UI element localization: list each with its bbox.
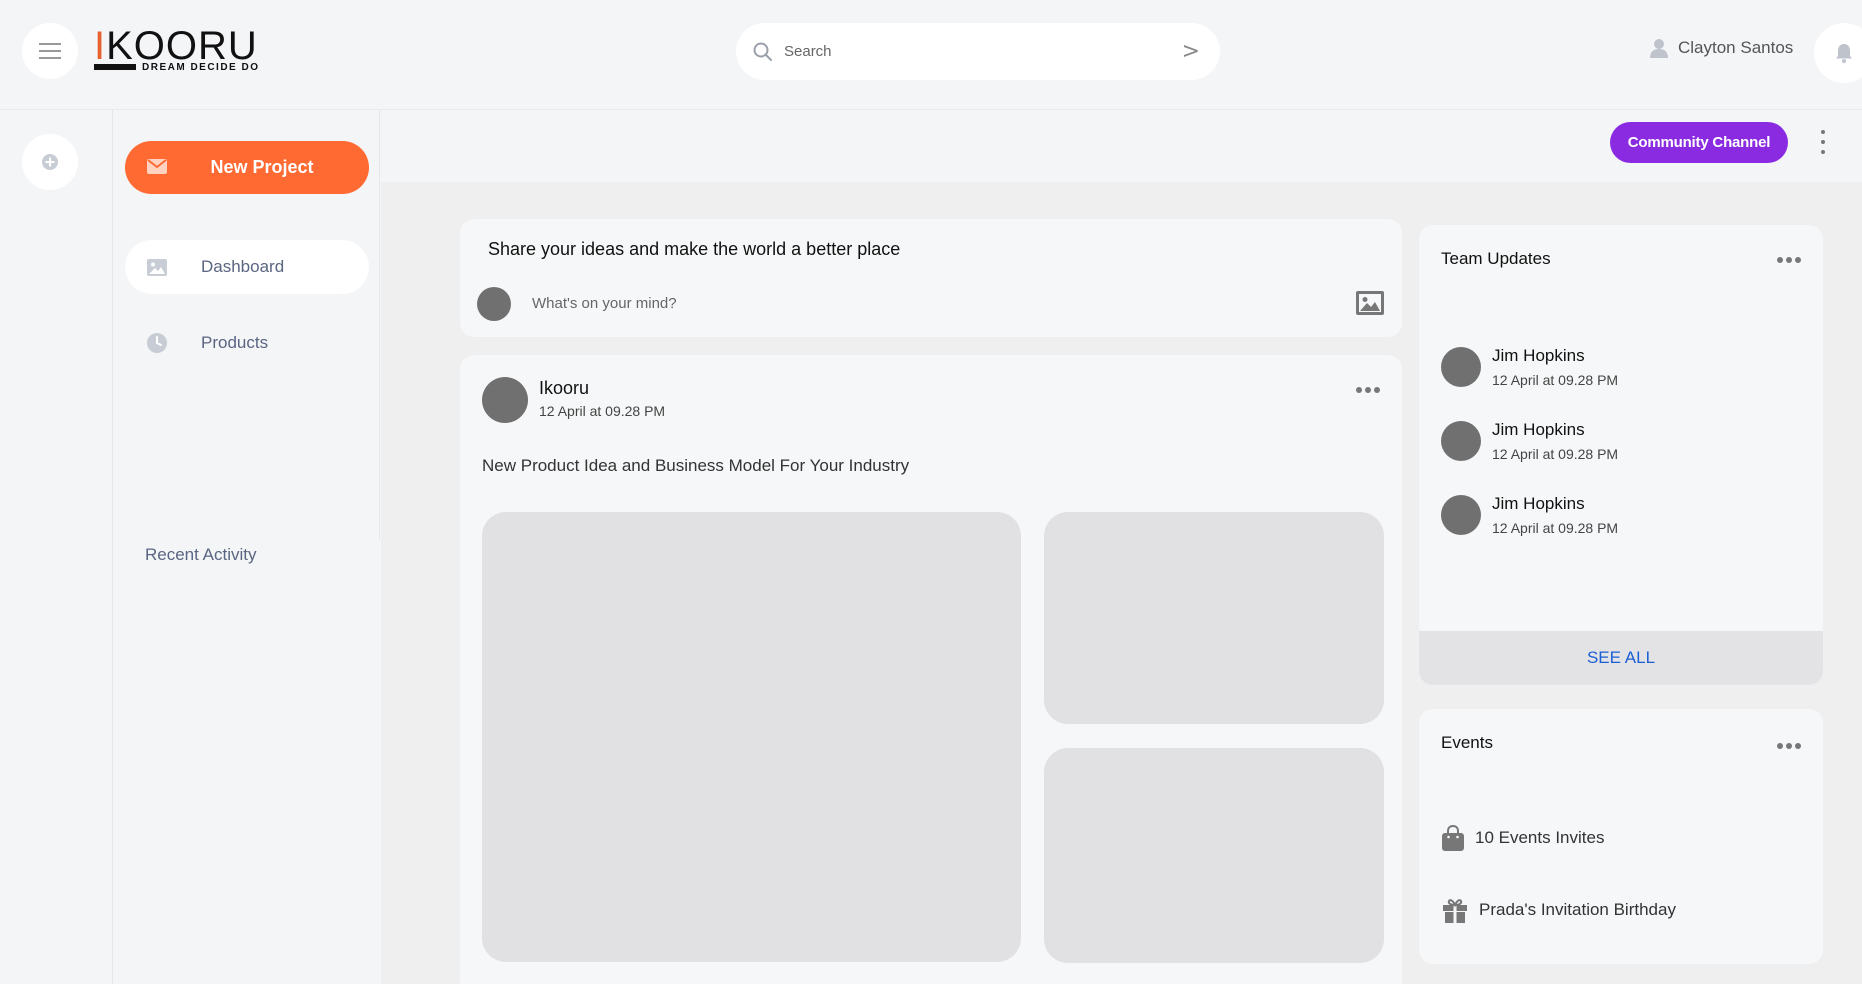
hamburger-menu-icon — [39, 43, 61, 59]
recent-activity-heading[interactable]: Recent Activity — [145, 545, 257, 565]
post-image-placeholder[interactable] — [1044, 512, 1384, 724]
more-options-icon[interactable] — [1777, 743, 1801, 749]
notifications-button[interactable] — [1814, 23, 1862, 83]
sidebar: New Project Dashboard Products — [113, 110, 380, 540]
more-options-icon[interactable] — [1356, 387, 1380, 393]
avatar — [1441, 421, 1481, 461]
logo-tagline: DREAM DECIDE DO — [142, 62, 260, 73]
sidebar-item-dashboard[interactable]: Dashboard — [125, 240, 369, 294]
new-project-label: New Project — [210, 157, 314, 177]
member-name: Jim Hopkins — [1492, 420, 1585, 439]
member-timestamp: 12 April at 09.28 PM — [1492, 520, 1619, 536]
left-rail — [0, 110, 113, 984]
share-ideas-card: Share your ideas and make the world a be… — [460, 219, 1402, 337]
widget-title: Team Updates — [1441, 249, 1551, 268]
more-options-icon[interactable] — [1777, 257, 1801, 263]
ikooru-logo[interactable]: IKOORU DREAM DECIDE DO — [94, 24, 278, 76]
post-card: Ikooru 12 April at 09.28 PM New Product … — [460, 355, 1402, 984]
search-icon — [753, 42, 772, 61]
top-header: IKOORU DREAM DECIDE DO > Clayton Santos — [0, 0, 1862, 110]
member-timestamp: 12 April at 09.28 PM — [1492, 446, 1619, 462]
search-bar: > — [736, 23, 1220, 80]
add-button[interactable] — [22, 134, 78, 190]
logo-underline — [94, 64, 136, 70]
user-icon — [1650, 39, 1668, 58]
event-item[interactable]: Prada's Invitation Birthday — [1441, 896, 1676, 924]
events-widget: Events 10 Events Invites Prada's Invitat… — [1419, 709, 1823, 964]
new-project-button[interactable]: New Project — [125, 141, 369, 194]
add-image-icon[interactable] — [1356, 291, 1384, 315]
team-updates-widget: Team Updates Jim Hopkins 12 April at 09.… — [1419, 225, 1823, 685]
widget-title: Events — [1441, 733, 1493, 752]
post-author[interactable]: Ikooru — [539, 378, 589, 399]
sidebar-item-products[interactable]: Products — [125, 316, 369, 370]
avatar — [482, 377, 528, 423]
avatar — [1441, 347, 1481, 387]
search-input[interactable] — [784, 43, 1182, 60]
post-image-placeholder[interactable] — [1044, 748, 1384, 963]
avatar — [477, 287, 511, 321]
shopping-bag-icon — [1442, 825, 1464, 851]
event-item[interactable]: 10 Events Invites — [1441, 825, 1604, 851]
sidebar-item-label: Products — [201, 333, 269, 352]
event-label: Prada's Invitation Birthday — [1479, 900, 1676, 919]
post-composer-input[interactable]: What's on your mind? — [532, 295, 677, 312]
gift-icon — [1443, 899, 1467, 923]
list-item[interactable]: Jim Hopkins 12 April at 09.28 PM — [1441, 346, 1801, 397]
menu-button[interactable] — [22, 23, 78, 79]
avatar — [1441, 495, 1481, 535]
post-timestamp: 12 April at 09.28 PM — [539, 403, 666, 419]
more-options-icon[interactable] — [1818, 130, 1828, 154]
event-label: 10 Events Invites — [1475, 828, 1605, 847]
share-title: Share your ideas and make the world a be… — [488, 239, 901, 259]
image-icon — [147, 258, 167, 276]
list-item[interactable]: Jim Hopkins 12 April at 09.28 PM — [1441, 494, 1801, 545]
post-image-placeholder[interactable] — [482, 512, 1021, 962]
clock-icon — [147, 333, 167, 353]
member-name: Jim Hopkins — [1492, 346, 1585, 365]
member-name: Jim Hopkins — [1492, 494, 1585, 513]
bell-icon — [1836, 44, 1852, 63]
plus-circle-icon — [42, 154, 58, 170]
see-all-button[interactable]: SEE ALL — [1419, 631, 1823, 685]
list-item[interactable]: Jim Hopkins 12 April at 09.28 PM — [1441, 420, 1801, 471]
search-submit-button[interactable]: > — [1182, 39, 1200, 64]
sidebar-item-label: Dashboard — [201, 257, 285, 276]
member-timestamp: 12 April at 09.28 PM — [1492, 372, 1619, 388]
user-profile[interactable]: Clayton Santos — [1650, 38, 1793, 58]
community-channel-button[interactable]: Community Channel — [1610, 122, 1788, 163]
user-name: Clayton Santos — [1678, 38, 1794, 57]
post-text: New Product Idea and Business Model For … — [482, 456, 910, 475]
